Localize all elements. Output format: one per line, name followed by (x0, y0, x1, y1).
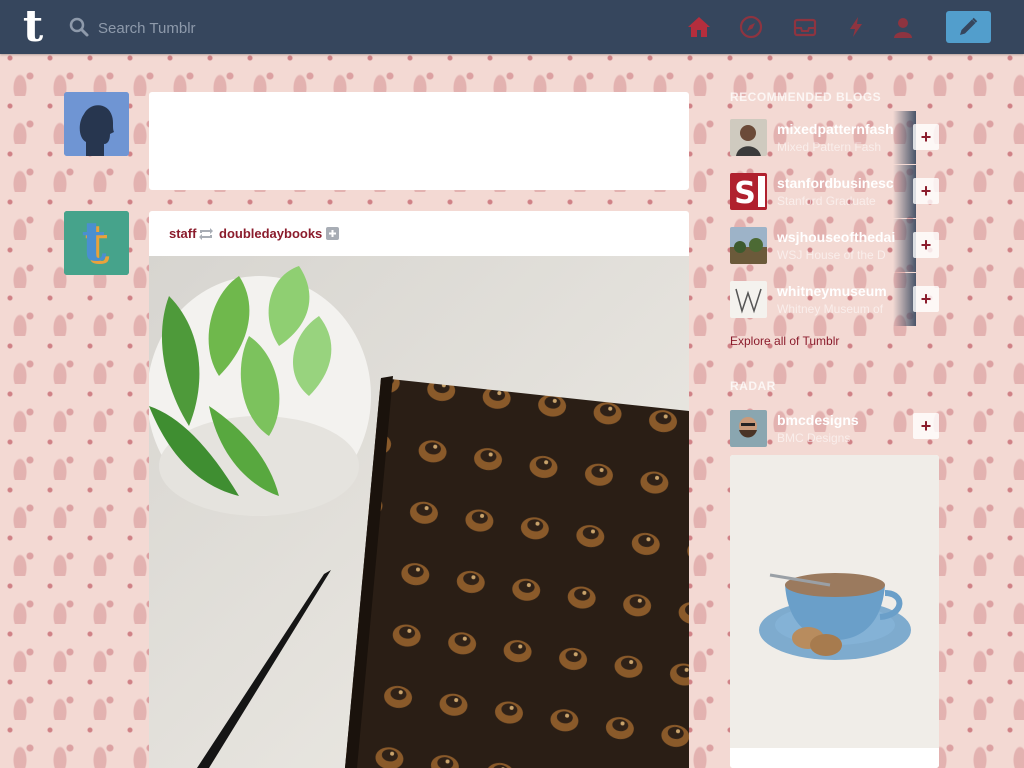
follow-button[interactable]: + (913, 286, 939, 312)
staff-avatar[interactable]: t t (64, 211, 129, 275)
blog-title: Stanford Graduate (777, 194, 876, 208)
blog-title: BMC Designs (777, 431, 851, 445)
explore-link[interactable]: Explore all of Tumblr (730, 334, 839, 348)
radar-blog-row[interactable]: bmcdesigns BMC Designs (730, 410, 940, 450)
recommended-blogs-title: RECOMMENDED BLOGS (730, 90, 882, 104)
follow-button[interactable]: + (913, 124, 939, 150)
recommended-blog-row[interactable]: whitneymuseum Whitney Museum of (730, 281, 940, 321)
blog-title: WSJ House of the D (777, 248, 886, 262)
recommended-blog-row[interactable]: S stanfordbusinesc Stanford Graduate (730, 173, 940, 213)
reblog-icon (199, 228, 213, 240)
search-icon[interactable] (68, 16, 90, 38)
blog-thumbnail: S (730, 173, 767, 210)
blog-thumbnail (730, 227, 767, 264)
radar-post-card[interactable] (730, 455, 939, 768)
recommended-blog-row[interactable]: wsjhouseofthedai WSJ House of the D (730, 227, 940, 267)
blog-title: Mixed Pattern Fash (777, 140, 882, 154)
blog-name[interactable]: stanfordbusinesc (777, 175, 907, 191)
pencil-icon (960, 17, 978, 35)
blog-thumbnail (730, 281, 767, 318)
account-icon[interactable] (890, 14, 916, 40)
tumblr-staff-logo: t t (64, 211, 129, 275)
reblogger-name[interactable]: staff (169, 226, 196, 241)
follow-button[interactable]: + (913, 232, 939, 258)
svg-text:t: t (82, 211, 107, 273)
top-navigation-bar: t (0, 0, 1024, 54)
follow-button[interactable]: + (913, 178, 939, 204)
succulent-and-notebook-photo (149, 256, 689, 768)
follow-button[interactable]: + (913, 413, 939, 439)
svg-text:S: S (734, 176, 756, 210)
compose-button[interactable] (946, 11, 991, 43)
inbox-icon[interactable] (792, 14, 818, 40)
recommended-blog-row[interactable]: mixedpatternfash Mixed Pattern Fash (730, 119, 940, 159)
tumblr-logo[interactable]: t (14, 5, 52, 49)
original-blog-name[interactable]: doubledaybooks (219, 226, 322, 241)
user-avatar[interactable] (64, 92, 129, 156)
radar-title: RADAR (730, 379, 776, 393)
blog-name[interactable]: whitneymuseum (777, 283, 907, 299)
post-header: staff doubledaybooks (149, 211, 689, 257)
new-post-box[interactable] (149, 92, 689, 190)
activity-icon[interactable] (843, 14, 869, 40)
blog-title: Whitney Museum of (777, 302, 884, 316)
blog-name[interactable]: bmcdesigns (777, 412, 907, 428)
post-photo[interactable] (149, 256, 689, 768)
blog-name[interactable]: wsjhouseofthedai (777, 229, 907, 245)
blog-thumbnail (730, 119, 767, 156)
search-input[interactable] (96, 12, 360, 44)
plus-square-icon[interactable] (326, 227, 339, 240)
blog-thumbnail (730, 410, 767, 447)
blog-name[interactable]: mixedpatternfash (777, 121, 907, 137)
teacup-illustration (730, 455, 939, 768)
home-icon[interactable] (686, 14, 712, 40)
default-avatar-silhouette (64, 92, 129, 156)
compass-icon[interactable] (738, 14, 764, 40)
